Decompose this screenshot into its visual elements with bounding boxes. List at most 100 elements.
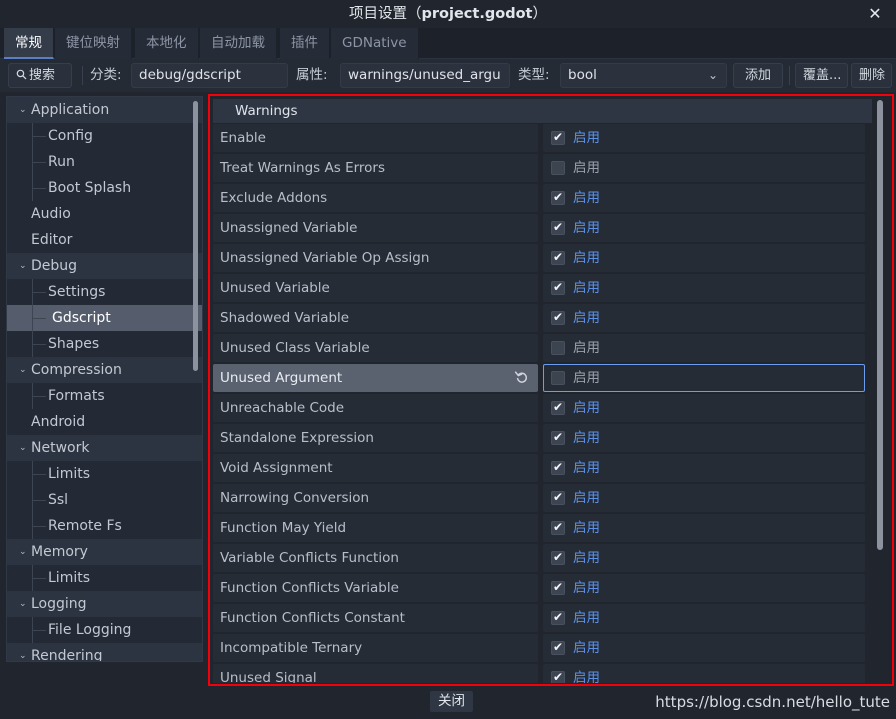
property-checkbox[interactable]: [551, 398, 565, 416]
sidebar-item-editor[interactable]: Editor: [7, 227, 202, 253]
sidebar-item-network[interactable]: ⌄ Network: [7, 435, 202, 461]
chevron-down-icon[interactable]: ⌄: [19, 643, 29, 661]
property-checkbox[interactable]: [551, 248, 565, 266]
category-label: 分类:: [90, 67, 122, 83]
property-label: Unassigned Variable Op Assign: [220, 250, 430, 266]
property-row[interactable]: Function Conflicts Variable 启用: [211, 574, 891, 604]
property-label: Void Assignment: [220, 460, 333, 476]
tree-scrollbar[interactable]: [193, 101, 198, 371]
search-button[interactable]: 搜索: [8, 63, 72, 88]
property-row[interactable]: Narrowing Conversion 启用: [211, 484, 891, 514]
property-checkbox[interactable]: [551, 428, 565, 446]
property-row[interactable]: Unused Variable 启用: [211, 274, 891, 304]
property-checkbox[interactable]: [551, 278, 565, 296]
property-checkbox[interactable]: [551, 548, 565, 566]
property-row[interactable]: Variable Conflicts Function 启用: [211, 544, 891, 574]
sidebar-item-settings[interactable]: Settings: [7, 279, 202, 305]
property-row[interactable]: Enable 启用: [211, 124, 891, 154]
sidebar-item-audio[interactable]: Audio: [7, 201, 202, 227]
property-row[interactable]: Unreachable Code 启用: [211, 394, 891, 424]
property-input[interactable]: warnings/unused_argu: [340, 63, 510, 88]
property-label: Unassigned Variable: [220, 220, 358, 236]
chevron-down-icon[interactable]: ⌄: [19, 591, 29, 618]
sidebar-item-application[interactable]: ⌄ Application: [7, 97, 202, 123]
sidebar-item-rendering[interactable]: ⌄ Rendering: [7, 643, 202, 661]
close-icon[interactable]: ✕: [858, 0, 892, 28]
property-checkbox[interactable]: [551, 308, 565, 326]
property-checkbox[interactable]: [551, 161, 565, 175]
tab-3[interactable]: 自动加载: [200, 28, 277, 59]
sidebar-item-label: Network: [31, 440, 90, 456]
property-row[interactable]: Unused Class Variable 启用: [211, 334, 891, 364]
sidebar-item-label: Boot Splash: [48, 180, 132, 196]
tab-1[interactable]: 键位映射: [55, 28, 132, 59]
chevron-down-icon[interactable]: ⌄: [19, 97, 29, 124]
sidebar-item-config[interactable]: Config: [7, 123, 202, 149]
property-checkbox[interactable]: [551, 128, 565, 146]
property-checkbox[interactable]: [551, 458, 565, 476]
property-row[interactable]: Unassigned Variable Op Assign 启用: [211, 244, 891, 274]
chevron-down-icon[interactable]: ⌄: [19, 357, 29, 384]
type-select[interactable]: bool ⌄: [560, 63, 727, 88]
property-row[interactable]: Exclude Addons 启用: [211, 184, 891, 214]
property-value-label: 启用: [573, 520, 600, 536]
property-label: Variable Conflicts Function: [220, 550, 399, 566]
sidebar-item-label: Android: [31, 414, 86, 430]
property-row[interactable]: Standalone Expression 启用: [211, 424, 891, 454]
add-button[interactable]: 添加: [733, 63, 783, 88]
property-row[interactable]: Unused Argument 启用: [211, 364, 891, 394]
sidebar-item-compression[interactable]: ⌄ Compression: [7, 357, 202, 383]
close-dialog-button[interactable]: 关闭: [430, 691, 473, 712]
tab-5[interactable]: GDNative: [331, 28, 419, 59]
tree-guide-line: [32, 136, 46, 137]
property-checkbox[interactable]: [551, 578, 565, 596]
settings-category-tree[interactable]: ⌄ Application Config Run Boot Splash Audio Edi…: [7, 97, 202, 661]
property-checkbox[interactable]: [551, 518, 565, 536]
tab-0[interactable]: 常规: [4, 28, 54, 59]
property-checkbox[interactable]: [551, 668, 565, 683]
tab-2[interactable]: 本地化: [135, 28, 199, 59]
sidebar-item-logging[interactable]: ⌄ Logging: [7, 591, 202, 617]
sidebar-item-memory[interactable]: ⌄ Memory: [7, 539, 202, 565]
delete-button[interactable]: 删除: [851, 63, 892, 88]
property-row[interactable]: Treat Warnings As Errors 启用: [211, 154, 891, 184]
sidebar-item-limits[interactable]: Limits: [7, 565, 202, 591]
category-input[interactable]: debug/gdscript: [131, 63, 288, 88]
chevron-down-icon[interactable]: ⌄: [19, 435, 29, 462]
property-checkbox[interactable]: [551, 488, 565, 506]
sidebar-item-debug[interactable]: ⌄ Debug: [7, 253, 202, 279]
sidebar-item-limits[interactable]: Limits: [7, 461, 202, 487]
sidebar-item-formats[interactable]: Formats: [7, 383, 202, 409]
sidebar-item-run[interactable]: Run: [7, 149, 202, 175]
property-checkbox[interactable]: [551, 608, 565, 626]
tree-guide-line: [32, 474, 46, 475]
sidebar-item-ssl[interactable]: Ssl: [7, 487, 202, 513]
property-row[interactable]: Function Conflicts Constant 启用: [211, 604, 891, 634]
sidebar-item-file-logging[interactable]: File Logging: [7, 617, 202, 643]
property-row[interactable]: Unassigned Variable 启用: [211, 214, 891, 244]
property-checkbox[interactable]: [551, 341, 565, 355]
property-checkbox[interactable]: [551, 371, 565, 385]
property-checkbox[interactable]: [551, 638, 565, 656]
tab-4[interactable]: 插件: [280, 28, 330, 59]
property-row[interactable]: Incompatible Ternary 启用: [211, 634, 891, 664]
property-row[interactable]: Shadowed Variable 启用: [211, 304, 891, 334]
property-row[interactable]: Function May Yield 启用: [211, 514, 891, 544]
sidebar-item-android[interactable]: Android: [7, 409, 202, 435]
sidebar-item-remote-fs[interactable]: Remote Fs: [7, 513, 202, 539]
chevron-down-icon[interactable]: ⌄: [19, 253, 29, 280]
property-label: Narrowing Conversion: [220, 490, 370, 506]
sidebar-item-gdscript[interactable]: Gdscript: [7, 305, 202, 331]
override-button[interactable]: 覆盖...: [795, 63, 848, 88]
chevron-down-icon[interactable]: ⌄: [19, 539, 29, 566]
property-row[interactable]: Unused Signal 启用: [211, 664, 891, 683]
sidebar-item-boot-splash[interactable]: Boot Splash: [7, 175, 202, 201]
property-row[interactable]: Void Assignment 启用: [211, 454, 891, 484]
sidebar-item-shapes[interactable]: Shapes: [7, 331, 202, 357]
revert-icon[interactable]: [514, 369, 532, 387]
property-label: Treat Warnings As Errors: [220, 160, 386, 176]
property-checkbox[interactable]: [551, 188, 565, 206]
tab-label: 常规: [15, 35, 42, 51]
property-checkbox[interactable]: [551, 218, 565, 236]
property-scrollbar[interactable]: [877, 100, 883, 550]
